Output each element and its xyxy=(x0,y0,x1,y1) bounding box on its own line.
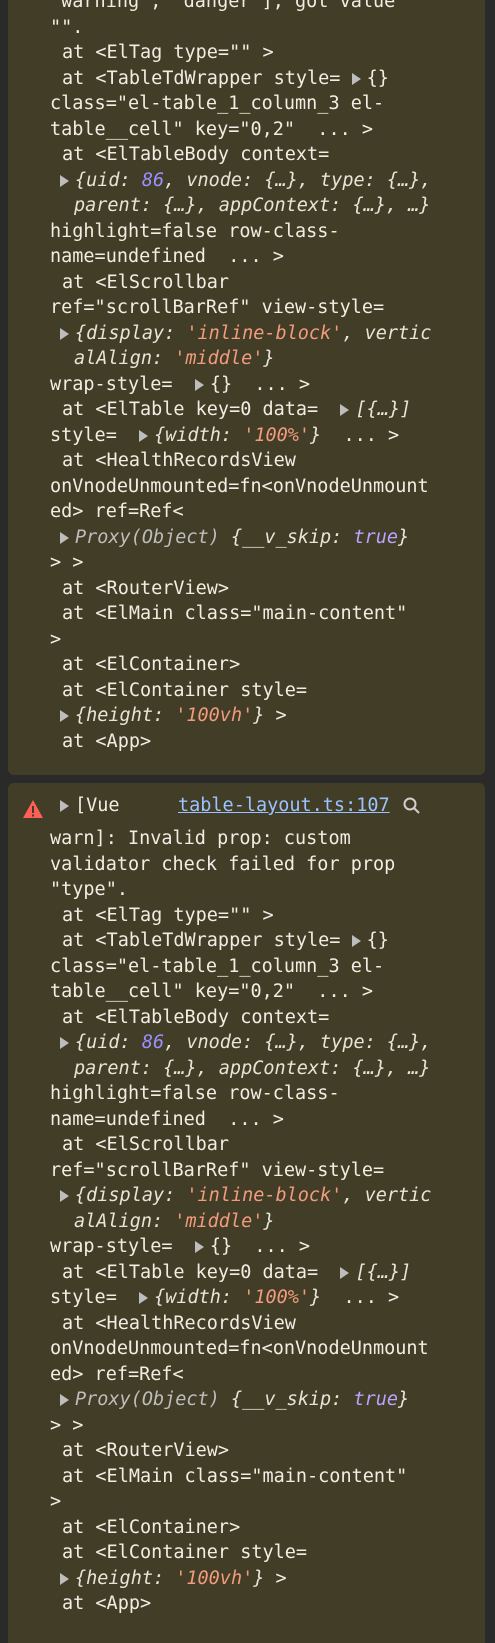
console-line: at <ElContainer style= xyxy=(62,679,308,701)
message-header[interactable]: [Vue table-layout.ts:107 xyxy=(50,793,480,819)
stack-trace: "warning", "danger"], got value "". at <… xyxy=(50,0,460,754)
console-line: ed> ref=Ref< xyxy=(50,1363,184,1385)
console-line: at <ElTableBody context= xyxy=(62,1006,330,1028)
console-line: ref="scrollBarRef" view-style= xyxy=(50,1159,385,1181)
console-line: at <ElTag type="" > xyxy=(62,42,274,63)
console-line: > > xyxy=(50,1414,84,1436)
expand-triangle-icon[interactable] xyxy=(194,378,204,391)
console-line: ed> ref=Ref< xyxy=(50,501,184,522)
console-line: at <HealthRecordsView xyxy=(62,450,296,471)
expand-triangle-icon[interactable] xyxy=(340,1266,350,1279)
console-line: at <App> xyxy=(62,1593,152,1614)
console-line: highlight=false row-class- xyxy=(50,1083,340,1104)
expand-triangle-icon[interactable] xyxy=(60,800,69,812)
object-preview[interactable]: {display: 'inline-block', vertic xyxy=(50,321,460,347)
console-line[interactable]: at <TableTdWrapper style= {} xyxy=(50,928,460,954)
console-warning-message: [Vue table-layout.ts:107 warn]: Invalid … xyxy=(8,783,485,1643)
object-preview: parent: {…}, appContext: {…}, …} xyxy=(74,1057,431,1079)
console-line: "type". xyxy=(50,879,128,900)
object-preview[interactable]: Proxy(Object) {__v_skip: true} xyxy=(50,525,460,551)
object-preview[interactable]: {uid: 86, vnode: {…}, type: {…}, xyxy=(50,1030,460,1056)
expand-triangle-icon[interactable] xyxy=(60,1037,69,1049)
search-icon[interactable] xyxy=(402,796,422,816)
console-line: at <HealthRecordsView xyxy=(62,1312,296,1334)
console-line: > > xyxy=(50,552,84,573)
console-line: at <ElMain class="main-content" xyxy=(62,1465,408,1487)
expand-triangle-icon[interactable] xyxy=(60,327,69,340)
expand-triangle-icon[interactable] xyxy=(351,935,361,947)
expand-triangle-icon[interactable] xyxy=(139,429,149,442)
expand-triangle-icon[interactable] xyxy=(194,1241,204,1253)
expand-triangle-icon[interactable] xyxy=(60,174,69,187)
console-line: ref="scrollBarRef" view-style= xyxy=(50,297,385,318)
console-warning-message: "warning", "danger"], got value "". at <… xyxy=(8,0,485,775)
console-line: at <ElScrollbar xyxy=(62,1134,230,1155)
console-line: at <ElScrollbar xyxy=(62,271,230,293)
source-link[interactable]: table-layout.ts:107 xyxy=(178,793,390,819)
object-preview: parent: {…}, appContext: {…}, …} xyxy=(74,195,431,216)
console-line: "". xyxy=(50,16,84,38)
console-line[interactable]: wrap-style= {} ... > xyxy=(50,1234,460,1260)
console-line[interactable]: table__cell" key="0,2" ... > xyxy=(50,979,460,1005)
expand-triangle-icon[interactable] xyxy=(351,72,361,85)
console-line: onVnodeUnmounted=fn<onVnodeUnmount xyxy=(50,1338,429,1359)
message-header-text: [Vue xyxy=(75,795,120,816)
console-line: at <ElContainer style= xyxy=(62,1542,308,1563)
expand-triangle-icon[interactable] xyxy=(60,1572,69,1585)
console-line: at <ElMain class="main-content" xyxy=(62,603,408,624)
console-line: class="el-table_1_column_3 el- xyxy=(50,93,385,114)
console-line: > xyxy=(50,628,62,650)
object-preview[interactable]: {display: 'inline-block', vertic xyxy=(50,1183,460,1209)
console-line[interactable]: name=undefined ... > xyxy=(50,244,460,270)
width-object: {width: '100%'} xyxy=(154,1287,322,1308)
console-line: highlight=false row-class- xyxy=(50,220,340,242)
expand-triangle-icon[interactable] xyxy=(340,404,350,416)
expand-triangle-icon[interactable] xyxy=(60,1394,69,1406)
console-line[interactable]: at <ElTable key=0 data= [{…}] xyxy=(50,1260,460,1286)
console-line: class="el-table_1_column_3 el- xyxy=(50,955,385,977)
object-preview[interactable]: {height: '100vh'} > xyxy=(50,703,460,729)
console-line: at <ElTableBody context= xyxy=(62,144,330,165)
console-line: at <ElContainer> xyxy=(62,654,241,675)
console-line[interactable]: wrap-style= {} ... > xyxy=(50,372,460,398)
stack-trace: warn]: Invalid prop: custom validator ch… xyxy=(50,826,460,1617)
console-line: at <App> xyxy=(62,730,152,752)
object-preview[interactable]: {height: '100vh'} > xyxy=(50,1566,460,1592)
console-line[interactable]: name=undefined ... > xyxy=(50,1107,460,1133)
object-preview: alAlign: 'middle'} xyxy=(74,1210,275,1232)
warning-icon xyxy=(23,800,43,818)
console-line[interactable]: style= {width: '100%'} ... > xyxy=(50,423,460,449)
expand-triangle-icon[interactable] xyxy=(60,710,69,722)
width-object: {width: '100%'} xyxy=(154,424,322,446)
console-line[interactable]: table__cell" key="0,2" ... > xyxy=(50,117,460,143)
console-line: at <ElContainer> xyxy=(62,1516,241,1538)
console-line: > xyxy=(50,1491,62,1512)
expand-triangle-icon[interactable] xyxy=(60,531,69,544)
console-line[interactable]: at <ElTable key=0 data= [{…}] xyxy=(50,397,460,423)
object-preview: alAlign: 'middle'} xyxy=(74,348,275,369)
console-line: onVnodeUnmounted=fn<onVnodeUnmount xyxy=(50,475,429,497)
console-line[interactable]: style= {width: '100%'} ... > xyxy=(50,1285,460,1311)
expand-triangle-icon[interactable] xyxy=(60,1190,69,1202)
console-line: at <ElTag type="" > xyxy=(62,904,274,926)
expand-triangle-icon[interactable] xyxy=(139,1292,149,1304)
console-line[interactable]: at <TableTdWrapper style= {} xyxy=(50,66,460,92)
object-preview[interactable]: Proxy(Object) {__v_skip: true} xyxy=(50,1387,460,1413)
console-line: validator check failed for prop xyxy=(50,853,396,875)
console-line: at <RouterView> xyxy=(62,577,230,599)
object-preview[interactable]: {uid: 86, vnode: {…}, type: {…}, xyxy=(50,168,460,194)
console-line: warn]: Invalid prop: custom xyxy=(50,828,351,849)
console-line: at <RouterView> xyxy=(62,1440,230,1461)
console-line: "warning", "danger"], got value xyxy=(50,0,396,12)
